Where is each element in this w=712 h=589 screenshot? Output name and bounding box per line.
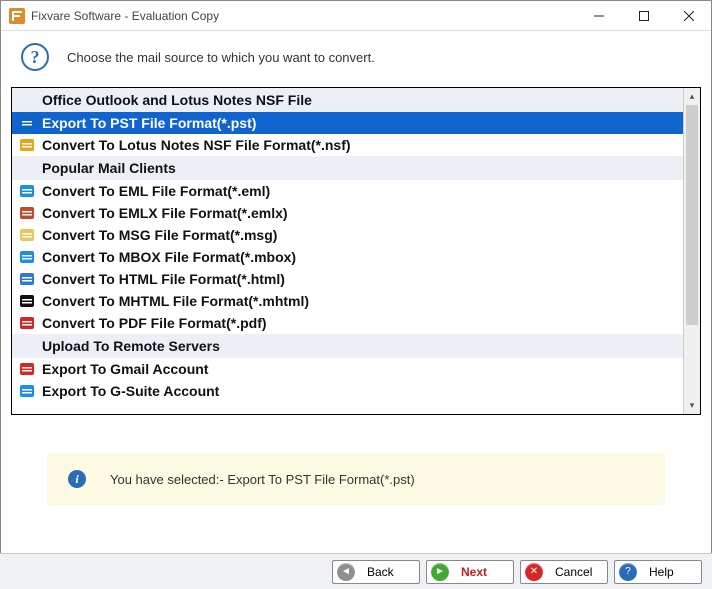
gsuite-icon [18, 383, 36, 399]
list-item[interactable]: Export To Gmail Account [12, 358, 683, 380]
app-logo-icon [9, 8, 25, 24]
close-button[interactable] [666, 1, 711, 31]
back-button[interactable]: ◄ Back [332, 560, 420, 584]
cancel-button-label: Cancel [555, 565, 592, 579]
minimize-icon [594, 11, 604, 21]
list-section-header: Upload To Remote Servers [12, 334, 700, 358]
eml-icon [18, 183, 36, 199]
scrollbar[interactable]: ▴ ▾ [683, 88, 700, 414]
maximize-button[interactable] [621, 1, 666, 31]
selection-notice: i You have selected:- Export To PST File… [47, 453, 665, 505]
list-item[interactable]: Convert To Lotus Notes NSF File Format(*… [12, 134, 683, 156]
info-icon: i [68, 470, 86, 488]
list-item-label: Convert To MHTML File Format(*.mhtml) [42, 293, 309, 309]
list-item[interactable]: Export To PST File Format(*.pst) [12, 112, 683, 134]
scroll-down-button[interactable]: ▾ [684, 397, 700, 414]
list-item-label: Export To Gmail Account [42, 361, 208, 377]
window-title: Fixvare Software - Evaluation Copy [31, 9, 576, 23]
scroll-thumb[interactable] [686, 105, 698, 325]
list-item-label: Convert To MBOX File Format(*.mbox) [42, 249, 296, 265]
list-item-label: Export To PST File Format(*.pst) [42, 115, 256, 131]
gmail-icon [18, 361, 36, 377]
back-button-label: Back [367, 565, 394, 579]
minimize-button[interactable] [576, 1, 621, 31]
msg-icon [18, 227, 36, 243]
selection-notice-text: You have selected:- Export To PST File F… [110, 472, 415, 487]
list-section-header: Office Outlook and Lotus Notes NSF File [12, 88, 700, 112]
cancel-icon: ✕ [525, 563, 543, 581]
wizard-prompt: Choose the mail source to which you want… [67, 50, 375, 65]
help-icon: ? [619, 563, 637, 581]
list-item[interactable]: Convert To PDF File Format(*.pdf) [12, 312, 683, 334]
back-arrow-icon: ◄ [337, 563, 355, 581]
list-section-header: Popular Mail Clients [12, 156, 700, 180]
pst-icon [18, 115, 36, 131]
help-button[interactable]: ? Help [614, 560, 702, 584]
emlx-icon [18, 205, 36, 221]
list-item[interactable]: Convert To MBOX File Format(*.mbox) [12, 246, 683, 268]
question-icon: ? [21, 43, 49, 71]
list-item-label: Convert To EML File Format(*.eml) [42, 183, 270, 199]
maximize-icon [639, 11, 649, 21]
scroll-up-button[interactable]: ▴ [684, 88, 700, 105]
next-button[interactable]: ► Next [426, 560, 514, 584]
nsf-icon [18, 137, 36, 153]
help-button-label: Help [649, 565, 674, 579]
list-item-label: Convert To MSG File Format(*.msg) [42, 227, 277, 243]
titlebar: Fixvare Software - Evaluation Copy [1, 1, 711, 31]
list-item[interactable]: Convert To EML File Format(*.eml) [12, 180, 683, 202]
next-button-label: Next [461, 565, 487, 579]
list-item-label: Export To G-Suite Account [42, 383, 219, 399]
format-listbox[interactable]: Office Outlook and Lotus Notes NSF File E… [11, 87, 701, 415]
cancel-button[interactable]: ✕ Cancel [520, 560, 608, 584]
list-item-label: Convert To Lotus Notes NSF File Format(*… [42, 137, 351, 153]
next-arrow-icon: ► [431, 563, 449, 581]
close-icon [684, 11, 694, 21]
list-item-label: Convert To HTML File Format(*.html) [42, 271, 285, 287]
list-item-label: Convert To EMLX File Format(*.emlx) [42, 205, 288, 221]
list-item-label: Convert To PDF File Format(*.pdf) [42, 315, 267, 331]
list-item[interactable]: Convert To HTML File Format(*.html) [12, 268, 683, 290]
list-item[interactable]: Convert To EMLX File Format(*.emlx) [12, 202, 683, 224]
list-item[interactable]: Export To G-Suite Account [12, 380, 683, 402]
mhtml-icon [18, 293, 36, 309]
list-item[interactable]: Convert To MSG File Format(*.msg) [12, 224, 683, 246]
mbox-icon [18, 249, 36, 265]
list-item[interactable]: Convert To MHTML File Format(*.mhtml) [12, 290, 683, 312]
wizard-header: ? Choose the mail source to which you wa… [1, 31, 711, 87]
wizard-footer: ◄ Back ► Next ✕ Cancel ? Help [0, 553, 712, 589]
html-icon [18, 271, 36, 287]
pdf-icon [18, 315, 36, 331]
